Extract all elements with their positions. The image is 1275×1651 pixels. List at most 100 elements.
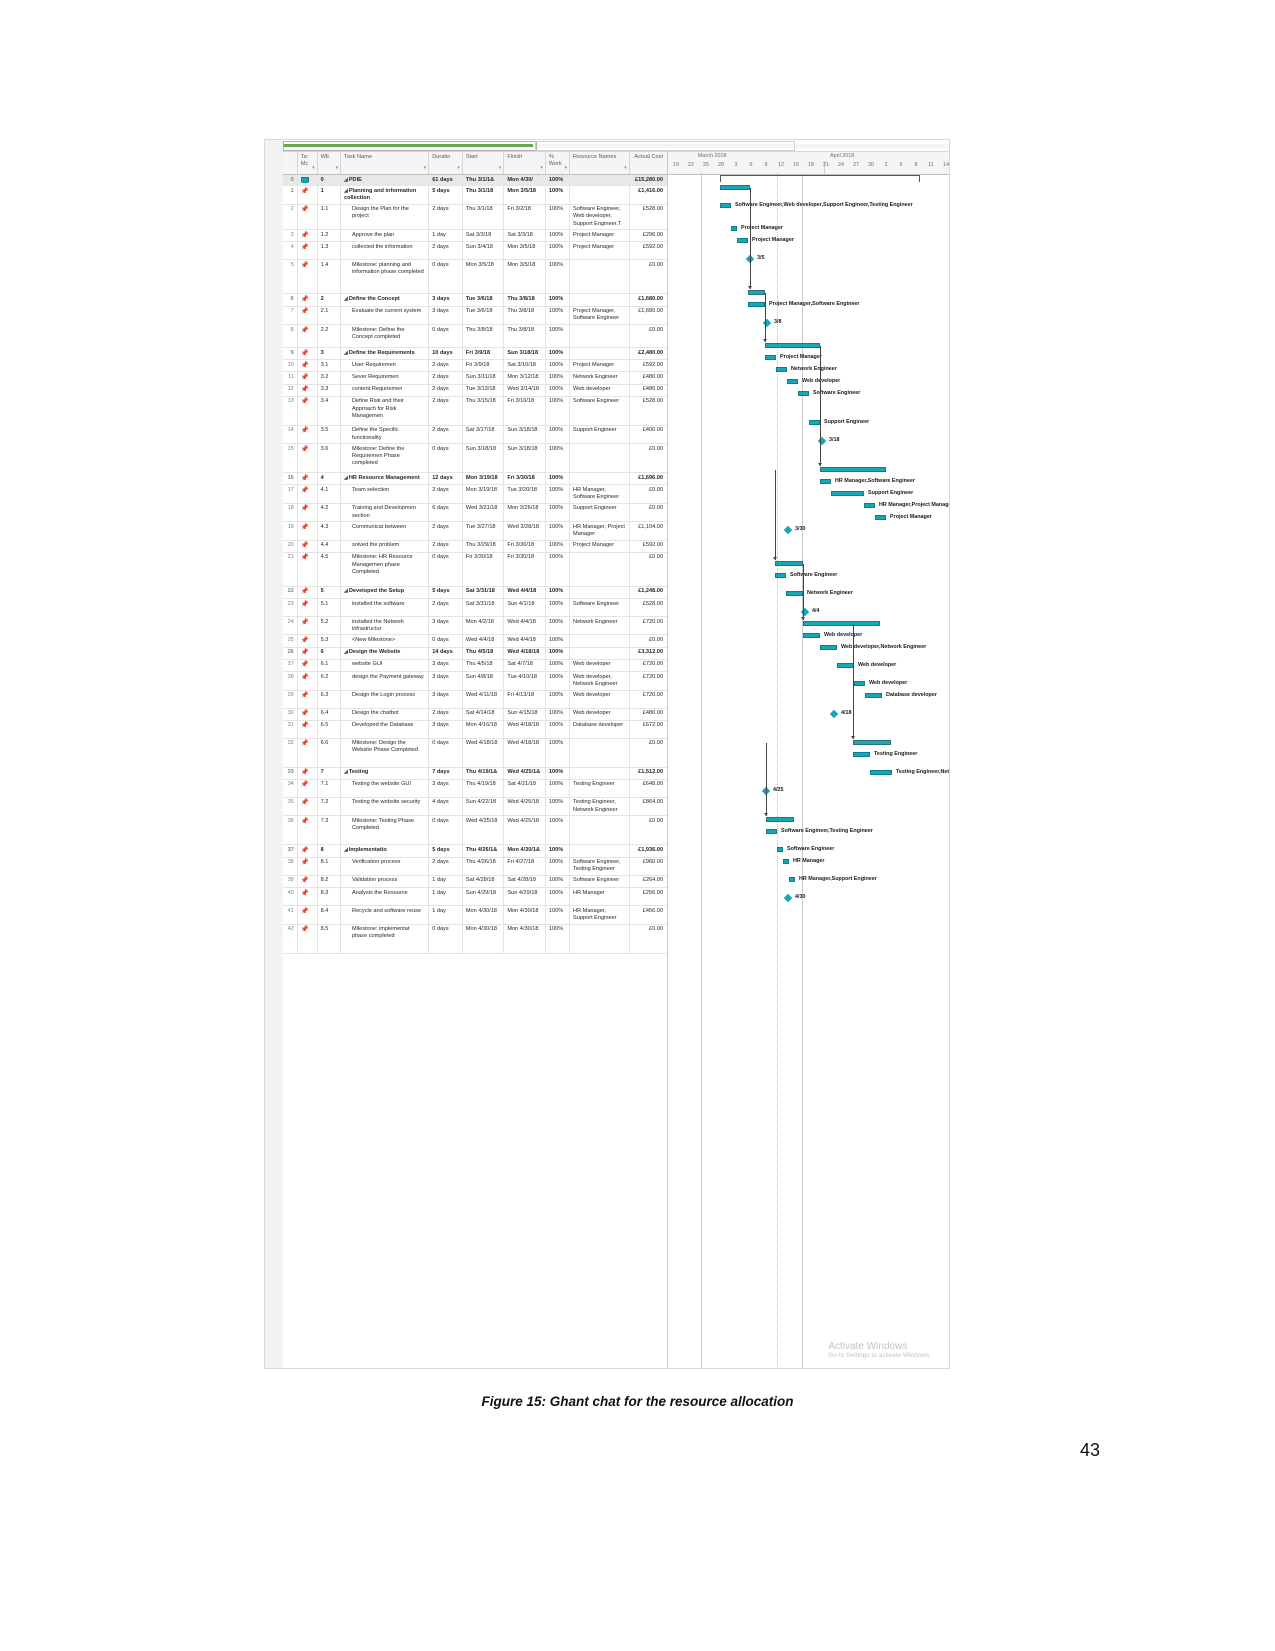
task-bar[interactable] [820, 478, 831, 484]
finish-date-cell[interactable]: Tue 3/20/18 [504, 485, 546, 503]
task-bar[interactable] [798, 390, 809, 396]
finish-date-cell[interactable]: Sun 4/15/18 [504, 708, 546, 720]
task-mode-cell[interactable]: 📌 [298, 325, 318, 348]
finish-date-cell[interactable]: Mon 4/30/1& [504, 845, 546, 857]
task-bar[interactable] [809, 419, 820, 425]
task-mode-cell[interactable]: 📌 [298, 503, 318, 522]
start-date-cell[interactable]: Mon 4/30/18 [463, 906, 505, 924]
duration-cell[interactable]: 3 days [429, 672, 463, 690]
finish-date-cell[interactable]: Sun 3/18/18 [504, 425, 546, 444]
task-name-cell[interactable]: Milestone: Define the Concept completed [341, 325, 430, 348]
summary-bar[interactable] [748, 289, 765, 295]
resource-names-cell[interactable]: Project Manager, Software Engineer [570, 306, 630, 325]
finish-date-cell[interactable]: Thu 3/8/18 [504, 306, 546, 325]
resource-names-cell[interactable]: Support Engineer [570, 425, 630, 444]
col-header-task-mode[interactable]: Ta: Mc ▾ [298, 152, 318, 174]
duration-cell[interactable]: 1 day [429, 875, 463, 888]
chevron-down-icon[interactable]: ▾ [424, 165, 427, 172]
col-header-task-name[interactable]: Task Name ▾ [341, 152, 430, 174]
table-row[interactable]: 3 📌 1.2 Approve the plan 1 day Sat 3/3/18 Sat … [283, 230, 667, 243]
task-bar[interactable] [831, 490, 864, 496]
task-mode-cell[interactable]: 📌 [298, 888, 318, 906]
resource-names-cell[interactable]: HR Manager, Support Engineer [570, 906, 630, 924]
duration-cell[interactable]: 2 days [429, 540, 463, 552]
percent-work-cell[interactable]: 100% [546, 586, 571, 599]
finish-date-cell[interactable]: Mon 4/30/18 [504, 924, 546, 953]
percent-work-cell[interactable]: 100% [546, 857, 571, 875]
table-row[interactable]: 10 📌 3.1 User Requiremen 2 days Fri 3/9/18 Sat… [283, 360, 667, 373]
pin-icon[interactable]: 📌 [301, 601, 309, 608]
table-row[interactable]: 4 📌 1.3 collected the information 2 days Sun … [283, 242, 667, 261]
resource-names-cell[interactable] [570, 444, 630, 473]
percent-work-cell[interactable]: 100% [546, 690, 571, 708]
duration-cell[interactable]: 6 days [429, 503, 463, 522]
percent-work-cell[interactable]: 100% [546, 708, 571, 720]
task-mode-cell[interactable]: 📌 [298, 425, 318, 444]
start-date-cell[interactable]: Wed 3/21/18 [463, 503, 505, 522]
task-name-cell[interactable]: ◢Planning and information collection [341, 186, 430, 204]
finish-date-cell[interactable]: Sat 4/28/18 [504, 875, 546, 888]
resource-names-cell[interactable] [570, 473, 630, 485]
finish-date-cell[interactable]: Mon 4/30/ [504, 175, 546, 186]
pin-icon[interactable]: 📌 [301, 619, 309, 626]
table-row[interactable]: 1 📌 1 ◢Planning and information collection 5… [283, 186, 667, 205]
resource-names-cell[interactable]: Network Engineer [570, 617, 630, 635]
duration-cell[interactable]: 5 days [429, 586, 463, 599]
task-name-cell[interactable]: Developed the Database [341, 720, 430, 738]
finish-date-cell[interactable]: Sun 3/18/18 [504, 348, 546, 360]
task-mode-cell[interactable]: 📌 [298, 186, 318, 204]
finish-date-cell[interactable]: Wed 4/25/18 [504, 797, 546, 816]
finish-date-cell[interactable]: Thu 3/8/18 [504, 294, 546, 306]
start-date-cell[interactable]: Thu 4/19/18 [463, 779, 505, 797]
percent-work-cell[interactable]: 100% [546, 230, 571, 242]
resource-names-cell[interactable]: Web developer [570, 384, 630, 396]
start-date-cell[interactable]: Thu 4/26/18 [463, 857, 505, 875]
task-name-cell[interactable]: Sever Requiremen [341, 372, 430, 384]
task-bar[interactable] [853, 751, 870, 757]
duration-cell[interactable]: 2 days [429, 242, 463, 260]
task-name-cell[interactable]: content Requiremen [341, 384, 430, 396]
pin-icon[interactable]: 📌 [301, 799, 309, 806]
table-row[interactable]: 8 📌 2.2 Milestone: Define the Concept compl… [283, 325, 667, 349]
finish-date-cell[interactable]: Fri 3/30/18 [504, 473, 546, 485]
timeline-body[interactable]: Software Engineer,Web developer,Support … [668, 173, 949, 1368]
resource-names-cell[interactable]: Project Manager [570, 230, 630, 242]
milestone-marker[interactable] [829, 709, 839, 718]
finish-date-cell[interactable]: Mon 3/5/18 [504, 260, 546, 294]
finish-date-cell[interactable]: Sun 3/18/18 [504, 444, 546, 473]
duration-cell[interactable]: 1 day [429, 906, 463, 924]
table-row[interactable]: 40 📌 8.3 Analysis the Resource 1 day Sun 4/29… [283, 888, 667, 907]
pin-icon[interactable]: 📌 [301, 781, 309, 788]
chevron-down-icon[interactable]: ▾ [565, 165, 568, 172]
percent-work-cell[interactable]: 100% [546, 503, 571, 522]
duration-cell[interactable]: 0 days [429, 260, 463, 294]
task-mode-cell[interactable]: 📌 [298, 845, 318, 857]
task-mode-cell[interactable]: 📌 [298, 599, 318, 617]
resource-names-cell[interactable]: Database developer [570, 720, 630, 738]
task-mode-cell[interactable]: 📌 [298, 635, 318, 647]
pin-icon[interactable]: 📌 [301, 859, 309, 866]
task-bar[interactable] [789, 876, 795, 882]
finish-date-cell[interactable]: Sat 3/3/18 [504, 230, 546, 242]
collapse-triangle-icon[interactable]: ◢ [344, 769, 348, 775]
start-date-cell[interactable]: Mon 4/2/18 [463, 617, 505, 635]
task-name-cell[interactable]: installed the Network infrastructur [341, 617, 430, 635]
col-header-wbs[interactable]: WE ▾ [318, 152, 341, 174]
pin-icon[interactable]: 📌 [301, 674, 309, 681]
summary-bar[interactable] [820, 466, 886, 472]
table-row[interactable]: 5 📌 1.4 Milestone: planning and information… [283, 260, 667, 295]
duration-cell[interactable]: 2 days [429, 485, 463, 503]
task-mode-cell[interactable]: 📌 [298, 738, 318, 767]
task-name-cell[interactable]: ◢Design the Website [341, 647, 430, 659]
start-date-cell[interactable]: Sun 3/11/18 [463, 372, 505, 384]
table-row[interactable]: 18 📌 4.2 Training and Developmen section 6 d… [283, 503, 667, 523]
task-mode-cell[interactable]: 📌 [298, 875, 318, 888]
start-date-cell[interactable]: Sun 4/8/18 [463, 672, 505, 690]
start-date-cell[interactable]: Sun 3/4/18 [463, 242, 505, 260]
task-mode-cell[interactable]: 📌 [298, 552, 318, 586]
start-date-cell[interactable]: Sun 4/29/18 [463, 888, 505, 906]
task-bar[interactable] [803, 632, 820, 638]
task-bar[interactable] [837, 662, 854, 668]
pin-icon[interactable]: 📌 [301, 554, 309, 561]
table-row[interactable]: 34 📌 7.1 Testing the website GUI 3 days Thu 4… [283, 779, 667, 798]
